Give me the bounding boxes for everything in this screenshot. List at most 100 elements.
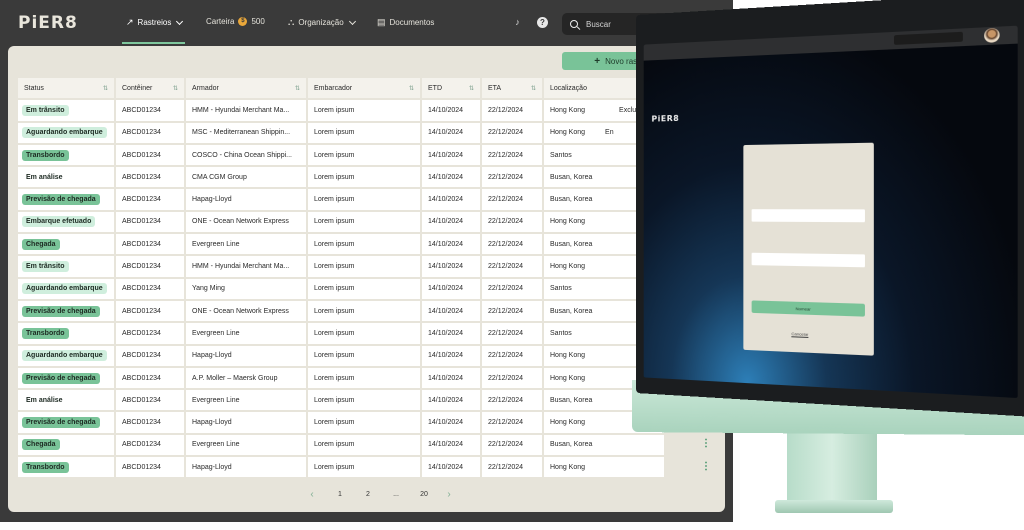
status-badge: Aguardando embarque: [22, 283, 107, 294]
shipper-value: Lorem ipsum: [314, 196, 354, 203]
container-value: ABCD01234: [122, 285, 161, 292]
cell-shipper: Lorem ipsum: [308, 323, 420, 343]
cell-shipper: Lorem ipsum: [308, 123, 420, 143]
nav-item-carteira[interactable]: Carteira $ 500: [206, 17, 265, 26]
table-row[interactable]: Aguardando embarque ABCD01234 MSC - Medite…: [18, 123, 664, 143]
table-row[interactable]: Previsão de chegada ABCD01234 ONE - Ocean …: [18, 301, 664, 321]
table-row[interactable]: Transbordo ABCD01234 Hapag-Lloyd Lorem ipsu…: [18, 457, 664, 477]
column-header-status[interactable]: Status ⇅: [18, 78, 114, 98]
cell-container: ABCD01234: [116, 390, 184, 410]
shipper-value: Lorem ipsum: [314, 107, 354, 114]
document-icon: ▤: [377, 17, 386, 28]
eta-value: 22/12/2024: [488, 352, 523, 359]
shipper-value: Lorem ipsum: [314, 464, 354, 471]
sort-icon[interactable]: ⇅: [409, 85, 414, 92]
column-header-label: Embarcador: [314, 85, 352, 92]
app-logo[interactable]: PiER8: [18, 13, 78, 33]
shipper-value: Lorem ipsum: [314, 263, 354, 270]
status-badge: Previsão de chegada: [22, 306, 100, 317]
eta-value: 22/12/2024: [488, 464, 523, 471]
column-header-label: ETA: [488, 85, 501, 92]
cell-etd: 14/10/2024: [422, 323, 480, 343]
table-row[interactable]: Embarque efetuado ABCD01234 ONE - Ocean Ne…: [18, 212, 664, 232]
sort-icon[interactable]: ⇅: [103, 85, 108, 92]
carrier-value: HMM - Hyundai Merchant Ma...: [192, 263, 289, 270]
cell-carrier: Evergreen Line: [186, 323, 306, 343]
cell-carrier: CMA CGM Group: [186, 167, 306, 187]
table-row[interactable]: Transbordo ABCD01234 COSCO - China Ocean S…: [18, 145, 664, 165]
pagination: ‹ 1 2 ... 20 ›: [298, 489, 460, 500]
nav-item-documentos[interactable]: ▤ Documentos: [377, 17, 434, 28]
sort-icon[interactable]: ⇅: [469, 85, 474, 92]
help-icon[interactable]: ?: [537, 17, 548, 28]
column-header-content: Status ⇅: [24, 85, 108, 92]
shipper-value: Lorem ipsum: [314, 419, 354, 426]
location-value: Busan, Korea: [550, 196, 592, 203]
table-row[interactable]: Transbordo ABCD01234 Evergreen Line Lorem i…: [18, 323, 664, 343]
eta-value: 22/12/2024: [488, 419, 523, 426]
status-cell: Transbordo: [18, 323, 114, 343]
cell-container: ABCD01234: [116, 301, 184, 321]
mini-cancel-link: Cancelar: [791, 331, 808, 337]
eta-value: 22/12/2024: [488, 196, 523, 203]
container-value: ABCD01234: [122, 308, 161, 315]
active-nav-indicator: [122, 42, 185, 44]
location-value: Busan, Korea: [550, 441, 592, 448]
row-action-link[interactable]: En: [605, 129, 614, 136]
table-row[interactable]: Chegada ABCD01234 Evergreen Line Lorem ipsu…: [18, 234, 664, 254]
cell-etd: 14/10/2024: [422, 301, 480, 321]
mini-search-box: [894, 32, 963, 45]
cell-carrier: HMM - Hyundai Merchant Ma...: [186, 100, 306, 120]
cell-eta: 22/12/2024: [482, 435, 542, 455]
location-value: Santos: [550, 285, 572, 292]
column-header-container[interactable]: Contêiner ⇅: [116, 78, 184, 98]
table-row[interactable]: Previsão de chegada ABCD01234 A.P. Moller …: [18, 368, 664, 388]
page-2[interactable]: 2: [354, 491, 382, 498]
table-row[interactable]: Em trânsito ABCD01234 HMM - Hyundai Mercha…: [18, 100, 664, 120]
table-row[interactable]: Aguardando embarque ABCD01234 Yang Ming Lor…: [18, 279, 664, 299]
cell-container: ABCD01234: [116, 100, 184, 120]
column-header-eta[interactable]: ETA ⇅: [482, 78, 542, 98]
monitor-stand: [787, 430, 877, 508]
etd-value: 14/10/2024: [428, 419, 463, 426]
carrier-value: CMA CGM Group: [192, 174, 247, 181]
next-page-button[interactable]: ›: [438, 489, 460, 500]
nav-item-rastreios[interactable]: ↗ Rastreios: [126, 17, 182, 28]
cell-etd: 14/10/2024: [422, 189, 480, 209]
prev-page-button[interactable]: ‹: [298, 489, 326, 500]
column-header-carrier[interactable]: Armador ⇅: [186, 78, 306, 98]
table-row[interactable]: Em análise ABCD01234 Evergreen Line Lorem i…: [18, 390, 664, 410]
cell-container: ABCD01234: [116, 167, 184, 187]
table-row[interactable]: Previsão de chegada ABCD01234 Hapag-Lloyd L…: [18, 412, 664, 432]
sort-icon[interactable]: ⇅: [531, 85, 536, 92]
notification-bell-icon[interactable]: ♪: [512, 17, 523, 28]
cell-container: ABCD01234: [116, 368, 184, 388]
etd-value: 14/10/2024: [428, 129, 463, 136]
column-header-etd[interactable]: ETD ⇅: [422, 78, 480, 98]
cell-etd: 14/10/2024: [422, 234, 480, 254]
column-header-shipper[interactable]: Embarcador ⇅: [308, 78, 420, 98]
table-row[interactable]: Em trânsito ABCD01234 HMM - Hyundai Mercha…: [18, 256, 664, 276]
container-value: ABCD01234: [122, 241, 161, 248]
column-header-content: Embarcador ⇅: [314, 85, 414, 92]
status-badge: Chegada: [22, 239, 60, 250]
page-20[interactable]: 20: [410, 491, 438, 498]
location-value: Santos: [550, 152, 572, 159]
status-badge: Transbordo: [22, 150, 69, 161]
table-row[interactable]: Em análise ABCD01234 CMA CGM Group Lorem ip…: [18, 167, 664, 187]
cell-eta: 22/12/2024: [482, 256, 542, 276]
table-row[interactable]: Aguardando embarque ABCD01234 Hapag-Lloyd L…: [18, 346, 664, 366]
nav-item-organizacao[interactable]: ⛬ Organização: [288, 17, 355, 28]
page-1[interactable]: 1: [326, 491, 354, 498]
status-cell: Transbordo: [18, 145, 114, 165]
cell-eta: 22/12/2024: [482, 301, 542, 321]
etd-value: 14/10/2024: [428, 441, 463, 448]
sort-icon[interactable]: ⇅: [173, 85, 178, 92]
cell-container: ABCD01234: [116, 256, 184, 276]
table-row[interactable]: Chegada ABCD01234 Evergreen Line Lorem ipsu…: [18, 435, 664, 455]
monitor-stand-base: [775, 500, 893, 513]
sort-icon[interactable]: ⇅: [295, 85, 300, 92]
cell-eta: 22/12/2024: [482, 457, 542, 477]
table-row[interactable]: Previsão de chegada ABCD01234 Hapag-Lloyd L…: [18, 189, 664, 209]
column-header-label: Localização: [550, 85, 587, 92]
